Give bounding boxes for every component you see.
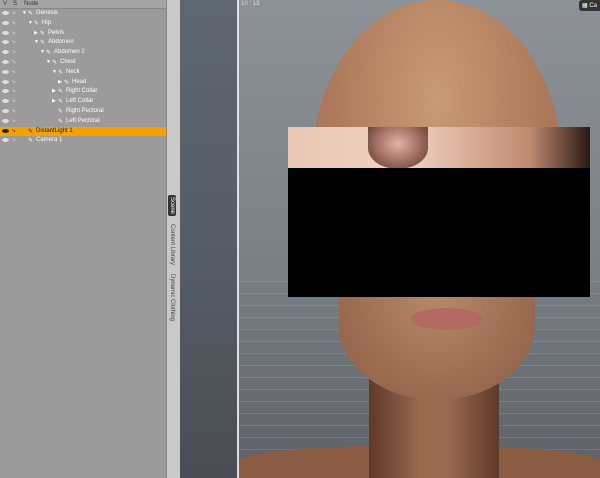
side-tab-strip: Scene Content Library Dynamic Clothing [166,0,180,478]
eye-icon[interactable] [2,108,9,113]
selectable-icon[interactable]: ⤷ [12,30,15,37]
eye-icon[interactable] [2,138,9,143]
node-label: Chest [60,58,76,65]
tree-row[interactable]: ⤷ ▼ ✎ Chest [0,58,166,68]
node-label: Neck [66,68,80,75]
eye-icon[interactable] [2,11,9,15]
expander-icon[interactable]: ▶ [34,30,38,36]
node-icon: ✎ [28,138,34,145]
node-label: Abdomen [48,39,74,46]
tree-row[interactable]: ⤷ ▶ ✎ Right Collar [0,87,166,97]
node-icon: ✎ [40,30,46,37]
expander-icon[interactable]: ▼ [46,59,51,65]
selectable-icon[interactable]: ⤷ [12,59,15,66]
selectable-icon[interactable]: ⤷ [12,108,15,115]
expander-icon[interactable]: ▼ [22,10,27,16]
eye-icon[interactable] [2,30,9,35]
selectable-icon[interactable]: ⤷ [12,49,15,56]
eye-icon[interactable] [2,99,9,104]
nose-strip [288,127,590,169]
eye-icon[interactable] [2,50,9,55]
viewport-left-area [180,0,237,478]
node-label: Left Collar [66,98,94,105]
node-label: Abdomen 2 [54,49,85,56]
selectable-icon[interactable]: ⤷ [12,79,15,86]
eye-icon[interactable] [2,69,9,74]
node-icon: ✎ [58,118,64,125]
camera-selector[interactable]: ▦ Ca [578,0,600,11]
node-icon: ✎ [58,69,64,76]
expander-icon[interactable]: ▼ [52,69,57,75]
tree-row[interactable]: ⤷ ▶ ✎ Left Collar [0,97,166,107]
redaction-block [288,168,590,297]
node-label: Right Pectoral [66,107,104,114]
selectable-icon[interactable]: ⤷ [12,39,15,46]
selectable-icon[interactable]: ⤷ [12,20,15,27]
selectable-icon[interactable]: ⤷ [12,88,15,95]
tree-row[interactable]: ⤷ ▼ ✎ Abdomen 2 [0,48,166,58]
expander-icon[interactable]: ▶ [52,88,56,94]
scene-tree: ⤷ ▼ ✎ Genesis ⤷ ▼ ✎ Hip ⤷ ▶ ✎ Pelvis ⤷ ▼ ✎ Abdomen ⤷ ▼ ✎ Ab… [0,9,166,146]
selectable-icon[interactable]: ⤷ [12,98,15,105]
tree-row[interactable]: ⤷ ▼ ✎ Abdomen [0,38,166,48]
visible-column-header[interactable]: V [3,1,7,7]
node-label: DistantLight 1 [36,127,73,134]
viewport-coords: 10 : 13 [241,1,260,7]
node-icon: ✎ [58,99,64,106]
camera-label: Ca [589,3,597,9]
eye-icon[interactable] [2,118,9,123]
tree-row[interactable]: ⤷ ▼ ✎ Hip [0,19,166,29]
node-label: Camera 1 [36,137,63,144]
eye-icon[interactable] [2,89,9,94]
node-label: Genesis [36,10,59,16]
selectable-icon[interactable]: ⤷ [12,10,15,17]
node-icon: ✎ [40,40,46,47]
tree-row[interactable]: ⤷ ▶ ✎ Head [0,78,166,88]
tree-row[interactable]: ⤷ ✎ Camera 1 [0,136,166,146]
node-label: Head [72,78,87,85]
expander-icon[interactable]: ▼ [28,20,33,26]
eye-icon[interactable] [2,128,9,133]
selectable-icon[interactable]: ⤷ [12,137,15,144]
selectable-column-header[interactable]: S [13,1,17,7]
node-icon: ✎ [34,20,40,27]
tree-row[interactable]: ⤷ ✎ DistantLight 1 [0,126,166,137]
expander-icon[interactable]: ▼ [40,49,45,55]
expander-icon[interactable]: ▶ [58,79,62,85]
node-icon: ✎ [52,59,58,66]
selectable-icon[interactable]: ⤷ [12,118,15,125]
expander-icon[interactable]: ▼ [34,39,39,45]
selectable-icon[interactable]: ⤷ [12,69,15,76]
eye-icon[interactable] [2,59,9,64]
eye-icon[interactable] [2,79,9,84]
node-column-header[interactable]: Node [24,1,38,7]
tree-row[interactable]: ⤷ ▶ ✎ Pelvis [0,29,166,39]
tree-row[interactable]: ⤷ ✎ Left Pectoral [0,117,166,127]
tab-scene[interactable]: Scene [168,195,176,217]
node-label: Right Collar [66,88,98,95]
eye-icon[interactable] [2,40,9,45]
tab-content-library[interactable]: Content Library [168,222,176,267]
node-label: Left Pectoral [66,117,100,124]
3d-viewport[interactable]: 10 : 13 ▦ Ca [239,0,600,478]
scene-panel: V S Node ⤷ ▼ ✎ Genesis ⤷ ▼ ✎ Hip ⤷ ▶ ✎ Pelvis ⤷ ▼ ✎ Abd… [0,0,166,478]
tab-dynamic-clothing[interactable]: Dynamic Clothing [168,272,176,323]
node-icon: ✎ [28,128,34,135]
tree-row[interactable]: ⤷ ▼ ✎ Genesis [0,9,166,19]
nose [368,127,428,169]
eye-icon[interactable] [2,20,9,25]
scene-header: V S Node [0,0,166,9]
node-icon: ✎ [46,50,52,57]
tree-row[interactable]: ⤷ ✎ Right Pectoral [0,107,166,117]
node-icon: ✎ [58,108,64,115]
lips [411,308,483,330]
node-icon: ✎ [64,79,70,86]
node-label: Hip [42,19,52,26]
node-icon: ✎ [28,11,34,17]
expander-icon[interactable]: ▶ [52,98,56,104]
node-label: Pelvis [48,29,65,36]
node-icon: ✎ [58,89,64,96]
selectable-icon[interactable]: ⤷ [12,128,15,135]
tree-row[interactable]: ⤷ ▼ ✎ Neck [0,68,166,78]
